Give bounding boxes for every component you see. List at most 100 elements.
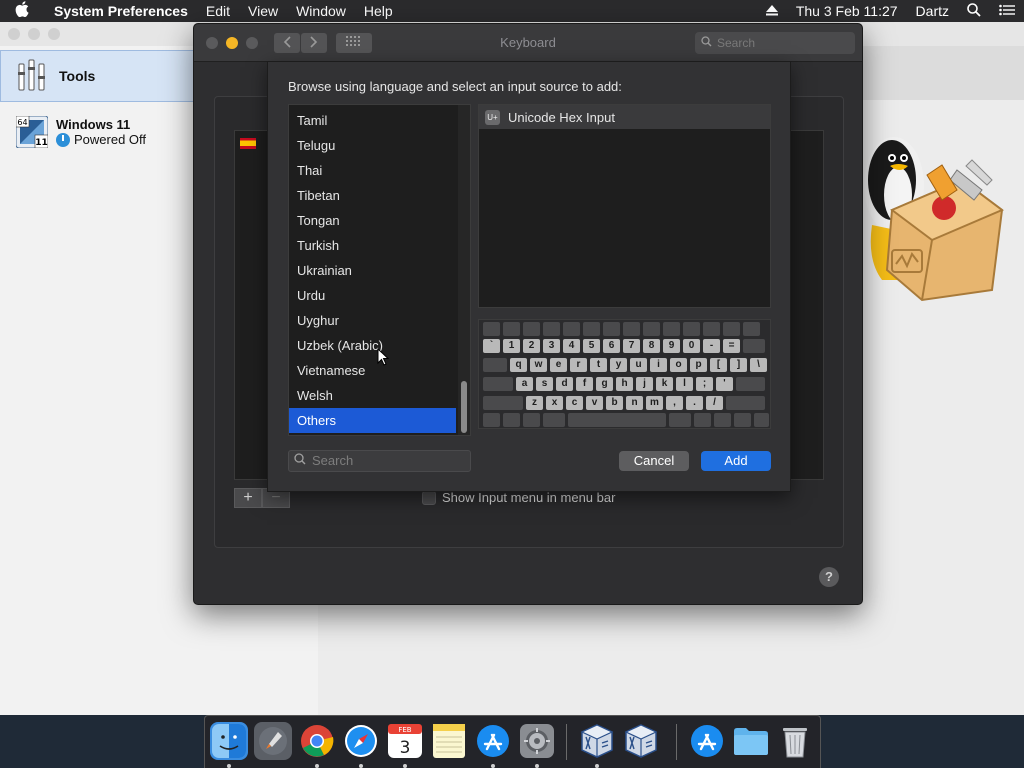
keyboard-key: 9 bbox=[663, 339, 680, 353]
keyboard-key-blank bbox=[483, 396, 523, 410]
language-list-scroll-thumb[interactable] bbox=[461, 381, 467, 433]
show-input-menu-checkbox[interactable] bbox=[422, 490, 436, 505]
unicode-hex-input-icon: U+ bbox=[485, 109, 500, 125]
keyboard-key-blank bbox=[483, 413, 500, 427]
keyboard-key: ' bbox=[716, 377, 733, 391]
menu-help[interactable]: Help bbox=[355, 3, 402, 19]
user-name[interactable]: Dartz bbox=[907, 3, 958, 19]
vbox-close-button[interactable] bbox=[8, 28, 20, 40]
keyboard-window-titlebar: Keyboard Search bbox=[194, 24, 862, 62]
keyboard-key-blank bbox=[503, 413, 520, 427]
vbox-minimize-button[interactable] bbox=[28, 28, 40, 40]
vbox-zoom-button[interactable] bbox=[48, 28, 60, 40]
vm-badge-arch: 64 bbox=[17, 118, 27, 127]
tools-label: Tools bbox=[59, 68, 96, 84]
clock[interactable]: Thu 3 Feb 11:27 bbox=[787, 3, 907, 19]
keyboard-key: b bbox=[606, 396, 623, 410]
keyboard-key: j bbox=[636, 377, 653, 391]
language-item[interactable]: Tongan bbox=[289, 208, 456, 233]
trash-icon[interactable] bbox=[776, 722, 814, 760]
keyboard-key-blank bbox=[723, 322, 740, 336]
language-item[interactable]: Ukrainian bbox=[289, 258, 456, 283]
calendar-month: FEB bbox=[398, 726, 411, 734]
menu-edit[interactable]: Edit bbox=[197, 3, 239, 19]
keyboard-key: 5 bbox=[583, 339, 600, 353]
add-input-source-sheet: Browse using language and select an inpu… bbox=[267, 61, 791, 492]
app-store-download-icon[interactable] bbox=[688, 722, 726, 760]
language-item[interactable]: Urdu bbox=[289, 283, 456, 308]
show-input-menu-option[interactable]: Show Input menu in menu bar bbox=[422, 490, 615, 505]
keyboard-key: h bbox=[616, 377, 633, 391]
language-item[interactable]: Turkish bbox=[289, 233, 456, 258]
keyboard-key-blank bbox=[563, 322, 580, 336]
language-item[interactable]: Tamil bbox=[289, 108, 456, 133]
keyboard-key: 0 bbox=[683, 339, 700, 353]
input-sources-list[interactable] bbox=[234, 130, 270, 480]
keyboard-key: \ bbox=[750, 358, 767, 372]
preferences-search-field[interactable]: Search bbox=[695, 32, 855, 54]
keyboard-key-blank bbox=[523, 413, 540, 427]
vm-list-item[interactable]: 64 11 Windows 11 Powered Off bbox=[0, 110, 200, 154]
notes-icon[interactable] bbox=[430, 722, 468, 760]
sheet-prompt: Browse using language and select an inpu… bbox=[288, 79, 622, 94]
cancel-button[interactable]: Cancel bbox=[619, 451, 689, 471]
add-input-source-button[interactable]: + bbox=[234, 488, 262, 508]
menu-app-name[interactable]: System Preferences bbox=[44, 3, 197, 19]
language-item[interactable]: Tibetan bbox=[289, 183, 456, 208]
notification-center-icon[interactable] bbox=[990, 3, 1024, 19]
folder-icon[interactable] bbox=[732, 722, 770, 760]
virtualbox-icon[interactable] bbox=[578, 722, 616, 760]
language-item[interactable]: Vietnamese bbox=[289, 358, 456, 383]
apple-icon[interactable] bbox=[0, 0, 44, 22]
keyboard-key: = bbox=[723, 339, 740, 353]
search-icon bbox=[294, 451, 306, 471]
keyboard-key-blank bbox=[623, 322, 640, 336]
keyboard-key-blank bbox=[683, 322, 700, 336]
language-item[interactable]: Welsh bbox=[289, 383, 456, 408]
finder-icon[interactable] bbox=[210, 722, 248, 760]
language-item[interactable]: Thai bbox=[289, 158, 456, 183]
keyboard-key: ] bbox=[730, 358, 747, 372]
vbox-toolbar-area bbox=[862, 46, 1024, 100]
app-store-icon[interactable] bbox=[474, 722, 512, 760]
vbox-tools-item[interactable]: Tools bbox=[0, 50, 200, 102]
language-item[interactable]: Telugu bbox=[289, 133, 456, 158]
menu-window[interactable]: Window bbox=[287, 3, 355, 19]
keyboard-key: n bbox=[626, 396, 643, 410]
input-source-label: Unicode Hex Input bbox=[508, 109, 615, 125]
input-source-item[interactable]: U+ Unicode Hex Input bbox=[479, 105, 770, 129]
finder-running-indicator bbox=[227, 764, 231, 768]
safari-running-indicator bbox=[359, 764, 363, 768]
safari-icon[interactable] bbox=[342, 722, 380, 760]
eject-icon[interactable] bbox=[757, 3, 787, 19]
keyboard-key: k bbox=[656, 377, 673, 391]
language-item-selected[interactable]: Others bbox=[289, 408, 456, 433]
calendar-icon[interactable]: FEB 3 bbox=[386, 722, 424, 760]
keyboard-key-blank bbox=[736, 377, 765, 391]
search-icon bbox=[701, 32, 712, 54]
chrome-icon[interactable] bbox=[298, 722, 336, 760]
spain-flag-icon bbox=[240, 138, 256, 149]
keyboard-key: z bbox=[526, 396, 543, 410]
language-search-field[interactable]: Search bbox=[288, 450, 471, 472]
input-source-list[interactable]: U+ Unicode Hex Input bbox=[478, 104, 771, 308]
keyboard-key: u bbox=[630, 358, 647, 372]
launchpad-icon[interactable] bbox=[254, 722, 292, 760]
language-item[interactable]: Uyghur bbox=[289, 308, 456, 333]
spotlight-icon[interactable] bbox=[958, 2, 990, 20]
keyboard-key-blank bbox=[726, 396, 765, 410]
menu-view[interactable]: View bbox=[239, 3, 287, 19]
virtualbox-vm-icon[interactable] bbox=[622, 722, 660, 760]
keyboard-key-blank bbox=[568, 413, 666, 427]
keyboard-key: l bbox=[676, 377, 693, 391]
vm-state: Powered Off bbox=[56, 132, 146, 147]
keyboard-key: , bbox=[666, 396, 683, 410]
keyboard-key-blank bbox=[503, 322, 520, 336]
language-item[interactable]: Uzbek (Arabic) bbox=[289, 333, 456, 358]
system-preferences-running-indicator bbox=[535, 764, 539, 768]
system-preferences-icon[interactable] bbox=[518, 722, 556, 760]
help-button[interactable]: ? bbox=[819, 567, 839, 587]
language-list[interactable]: Tamil Telugu Thai Tibetan Tongan Turkish… bbox=[288, 104, 471, 436]
keyboard-key: r bbox=[570, 358, 587, 372]
add-button[interactable]: Add bbox=[701, 451, 771, 471]
